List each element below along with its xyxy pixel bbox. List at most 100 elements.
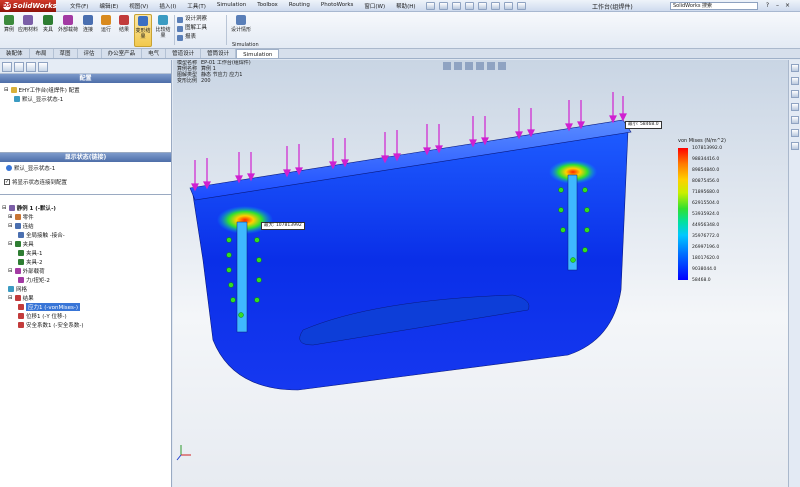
tree-item-label: 零件 <box>22 215 34 221</box>
tab-sketch[interactable]: 草图 <box>54 49 78 58</box>
tab-simulation[interactable]: Simulation <box>236 49 280 58</box>
link-display-checkbox[interactable]: ✓ 将显示状态连接到配置 <box>4 178 67 186</box>
tree-item-external-loads[interactable]: ⊟ 外部载荷 <box>8 267 45 275</box>
print-icon[interactable] <box>464 1 474 10</box>
tab-assembly[interactable]: 装配体 <box>0 49 30 58</box>
tree-item-mesh[interactable]: 网格 <box>8 285 27 293</box>
tree-item-study[interactable]: ⊟ 静例 1 (-默认-) <box>2 204 56 212</box>
tree-item-parts[interactable]: ⊞ 零件 <box>8 213 34 221</box>
search-input[interactable]: SolidWorks 搜索 <box>670 2 758 10</box>
select-icon[interactable] <box>490 1 500 10</box>
design-insight-item[interactable]: 设计洞察 <box>177 15 207 24</box>
apply-material-button[interactable]: 应用材料 <box>18 14 38 47</box>
dimxpert-icon[interactable] <box>38 62 48 72</box>
property-manager-icon[interactable] <box>14 62 24 72</box>
design-scenario-icon <box>236 15 246 25</box>
results-button[interactable]: 结果 <box>116 14 132 47</box>
plot-tools-icon <box>177 25 183 32</box>
tree-item-results[interactable]: ⊟ 结果 <box>8 294 34 302</box>
file-explorer-icon[interactable] <box>790 90 799 98</box>
feature-manager-icon[interactable] <box>2 62 12 72</box>
worktable-model[interactable] <box>176 92 632 461</box>
tree-item-displacement[interactable]: 位移1 (-Y 位移-) <box>18 312 67 320</box>
checkbox-icon[interactable]: ✓ <box>4 179 10 185</box>
open-icon[interactable] <box>438 1 448 10</box>
collapse-icon[interactable]: ⊟ <box>4 87 9 93</box>
resources-icon[interactable] <box>790 64 799 72</box>
legend-value: 89854840.0 <box>692 168 720 173</box>
tree-item-fixture-1[interactable]: 夹具-1 <box>18 249 42 257</box>
collapse-icon[interactable]: ⊟ <box>8 295 13 301</box>
search-results-icon[interactable] <box>790 103 799 111</box>
configuration-manager-icon[interactable] <box>26 62 36 72</box>
config-default-item[interactable]: 默认_显示状态-1 <box>14 95 63 103</box>
deform-icon <box>138 16 148 26</box>
menu-help[interactable]: 帮助(H) <box>396 2 415 10</box>
panel-divider[interactable] <box>0 194 171 195</box>
tree-item-label: 夹具 <box>22 242 34 248</box>
rebuild-icon[interactable] <box>503 1 513 10</box>
tab-evaluate[interactable]: 评估 <box>78 49 102 58</box>
tab-electrical[interactable]: 电气 <box>142 49 167 58</box>
menu-insert[interactable]: 插入(I) <box>159 2 176 10</box>
study-tree-icon <box>8 205 15 211</box>
expand-icon[interactable]: ⊞ <box>8 214 13 220</box>
menu-photoworks[interactable]: PhotoWorks <box>321 2 353 10</box>
tree-item-connections[interactable]: ⊟ 连结 <box>8 222 34 230</box>
deformed-result-button[interactable]: 变形结果 <box>134 14 152 47</box>
tree-item-global-contact[interactable]: 全局接触 -接合- <box>18 231 65 239</box>
report-item[interactable]: 报表 <box>177 33 207 42</box>
study-button[interactable]: 算例 <box>2 14 16 47</box>
appearances-icon[interactable] <box>790 129 799 137</box>
mesh-icon <box>8 286 14 292</box>
plot-tools-item[interactable]: 图解工具 <box>177 24 207 33</box>
collapse-icon[interactable]: ⊟ <box>8 223 13 229</box>
tab-piping[interactable]: 管道设计 <box>166 49 202 58</box>
tree-item-fixtures[interactable]: ⊟ 夹具 <box>8 240 34 248</box>
legend-value: 58468.0 <box>692 278 711 283</box>
connection-button[interactable]: 连接 <box>80 14 96 47</box>
menu-view[interactable]: 视图(V) <box>129 2 148 10</box>
collapse-icon[interactable]: ⊟ <box>8 268 13 274</box>
fixture-button[interactable]: 夹具 <box>40 14 56 47</box>
legend-value: 62915504.0 <box>692 201 720 206</box>
close-icon[interactable]: × <box>784 2 791 9</box>
menu-edit[interactable]: 编辑(E) <box>99 2 118 10</box>
options-icon[interactable] <box>516 1 526 10</box>
menu-tools[interactable]: 工具(T) <box>187 2 206 10</box>
run-button[interactable]: 运行 <box>98 14 114 47</box>
tree-item-label: 夹具-2 <box>26 260 43 266</box>
compare-results-button[interactable]: 比较结果 <box>154 14 172 47</box>
tree-item-safety-factor[interactable]: 安全系数1 (-安全系数-) <box>18 321 84 329</box>
minimize-icon[interactable]: – <box>774 2 781 9</box>
menu-toolbox[interactable]: Toolbox <box>257 2 278 10</box>
help-icon[interactable]: ? <box>764 2 771 9</box>
view-palette-icon[interactable] <box>790 116 799 124</box>
tab-office[interactable]: 办公室产品 <box>102 49 143 58</box>
tab-layout[interactable]: 布局 <box>30 49 54 58</box>
solidworks-logo[interactable]: DS SolidWorks <box>0 0 57 12</box>
command-tabs: 装配体 布局 草图 评估 办公室产品 电气 管道设计 管筒设计 Simulati… <box>0 49 800 59</box>
stress-legend-bar <box>678 148 688 280</box>
tree-item-fixture-2[interactable]: 夹具-2 <box>18 258 42 266</box>
config-root-item[interactable]: ⊟ EHY工作台(组焊件) 配置 <box>4 86 80 94</box>
custom-properties-icon[interactable] <box>790 142 799 150</box>
design-library-icon[interactable] <box>790 77 799 85</box>
collapse-icon[interactable]: ⊟ <box>2 205 7 211</box>
undo-icon[interactable] <box>477 1 487 10</box>
display-state-item[interactable]: 默认_显示状态-1 <box>6 164 55 172</box>
tree-item-force[interactable]: 力/扭矩-2 <box>18 276 50 284</box>
menu-file[interactable]: 文件(F) <box>70 2 88 10</box>
collapse-icon[interactable]: ⊟ <box>8 241 13 247</box>
external-load-button[interactable]: 外部载荷 <box>58 14 78 47</box>
link-display-label: 将显示状态连接到配置 <box>12 180 68 186</box>
connection-icon <box>83 15 93 25</box>
tree-item-stress[interactable]: 应力1 (-vonMises-) <box>18 303 81 311</box>
menu-simulation[interactable]: Simulation <box>217 2 246 10</box>
save-icon[interactable] <box>451 1 461 10</box>
menu-routing[interactable]: Routing <box>289 2 310 10</box>
tab-tubing[interactable]: 管筒设计 <box>201 49 237 58</box>
menu-window[interactable]: 窗口(W) <box>364 2 385 10</box>
new-icon[interactable] <box>425 1 435 10</box>
graphics-viewport[interactable]: 模型名称 EP-01 工作台(组焊件) 算例名称 算例 1 图解类型 静态 节应力 应… <box>173 60 788 487</box>
